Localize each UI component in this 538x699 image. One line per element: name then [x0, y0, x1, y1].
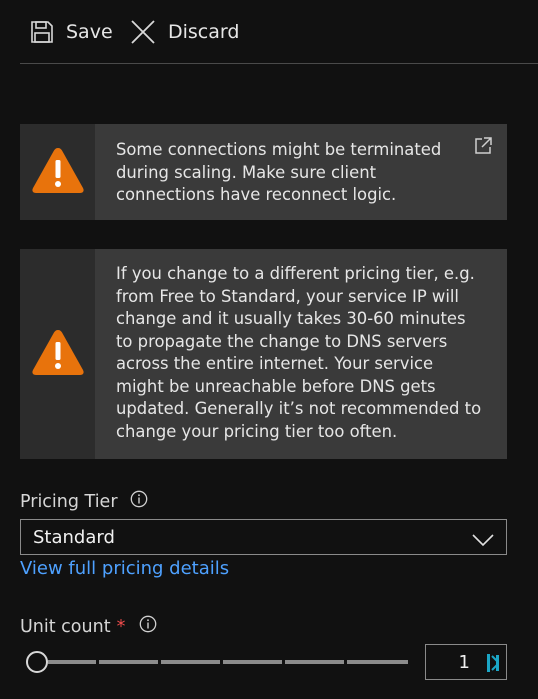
chevron-down-icon — [472, 531, 494, 552]
save-button[interactable]: Save — [30, 12, 113, 52]
required-marker: * — [116, 616, 126, 637]
info-icon[interactable] — [130, 490, 148, 513]
unit-count-label: Unit count — [20, 616, 111, 637]
pricing-tier-selected-value: Standard — [33, 526, 115, 548]
external-link-icon[interactable] — [473, 136, 493, 160]
slider-track-segment[interactable] — [347, 660, 408, 664]
slider-track-segment[interactable] — [223, 660, 282, 664]
warning-icon-column — [20, 249, 95, 459]
discard-label: Discard — [168, 21, 240, 43]
warning-icon — [30, 327, 86, 381]
save-label: Save — [66, 21, 113, 43]
slider-track-segment[interactable] — [48, 660, 96, 664]
pricing-tier-warning-banner: If you change to a different pricing tie… — [20, 249, 507, 459]
warning-icon-column — [20, 124, 95, 220]
slider-thumb[interactable] — [26, 651, 48, 673]
discard-button[interactable]: Discard — [130, 12, 239, 52]
unit-count-value: 1 — [458, 652, 470, 673]
scaling-warning-banner: Some connections might be terminated dur… — [20, 124, 507, 220]
slider-track-segment[interactable] — [99, 660, 158, 664]
slider-track-segment[interactable] — [161, 660, 220, 664]
pricing-tier-dropdown[interactable]: Standard — [20, 519, 507, 555]
pricing-tier-label-row: Pricing Tier — [20, 490, 148, 513]
warning-icon — [30, 145, 86, 199]
pricing-details-link[interactable]: View full pricing details — [20, 558, 229, 579]
command-bar: Save Discard — [20, 12, 538, 64]
slider-track-segment[interactable] — [285, 660, 344, 664]
info-icon[interactable] — [139, 615, 157, 638]
unit-count-input[interactable]: 1 — [425, 644, 507, 680]
pricing-tier-label: Pricing Tier — [20, 491, 118, 512]
pricing-tier-warning-text: If you change to a different pricing tie… — [116, 264, 482, 441]
save-icon — [30, 20, 54, 44]
unit-count-label-row: Unit count * — [20, 615, 157, 638]
scaling-warning-text: Some connections might be terminated dur… — [116, 140, 442, 204]
close-icon — [130, 19, 156, 45]
spin-buttons-icon[interactable] — [486, 653, 500, 678]
